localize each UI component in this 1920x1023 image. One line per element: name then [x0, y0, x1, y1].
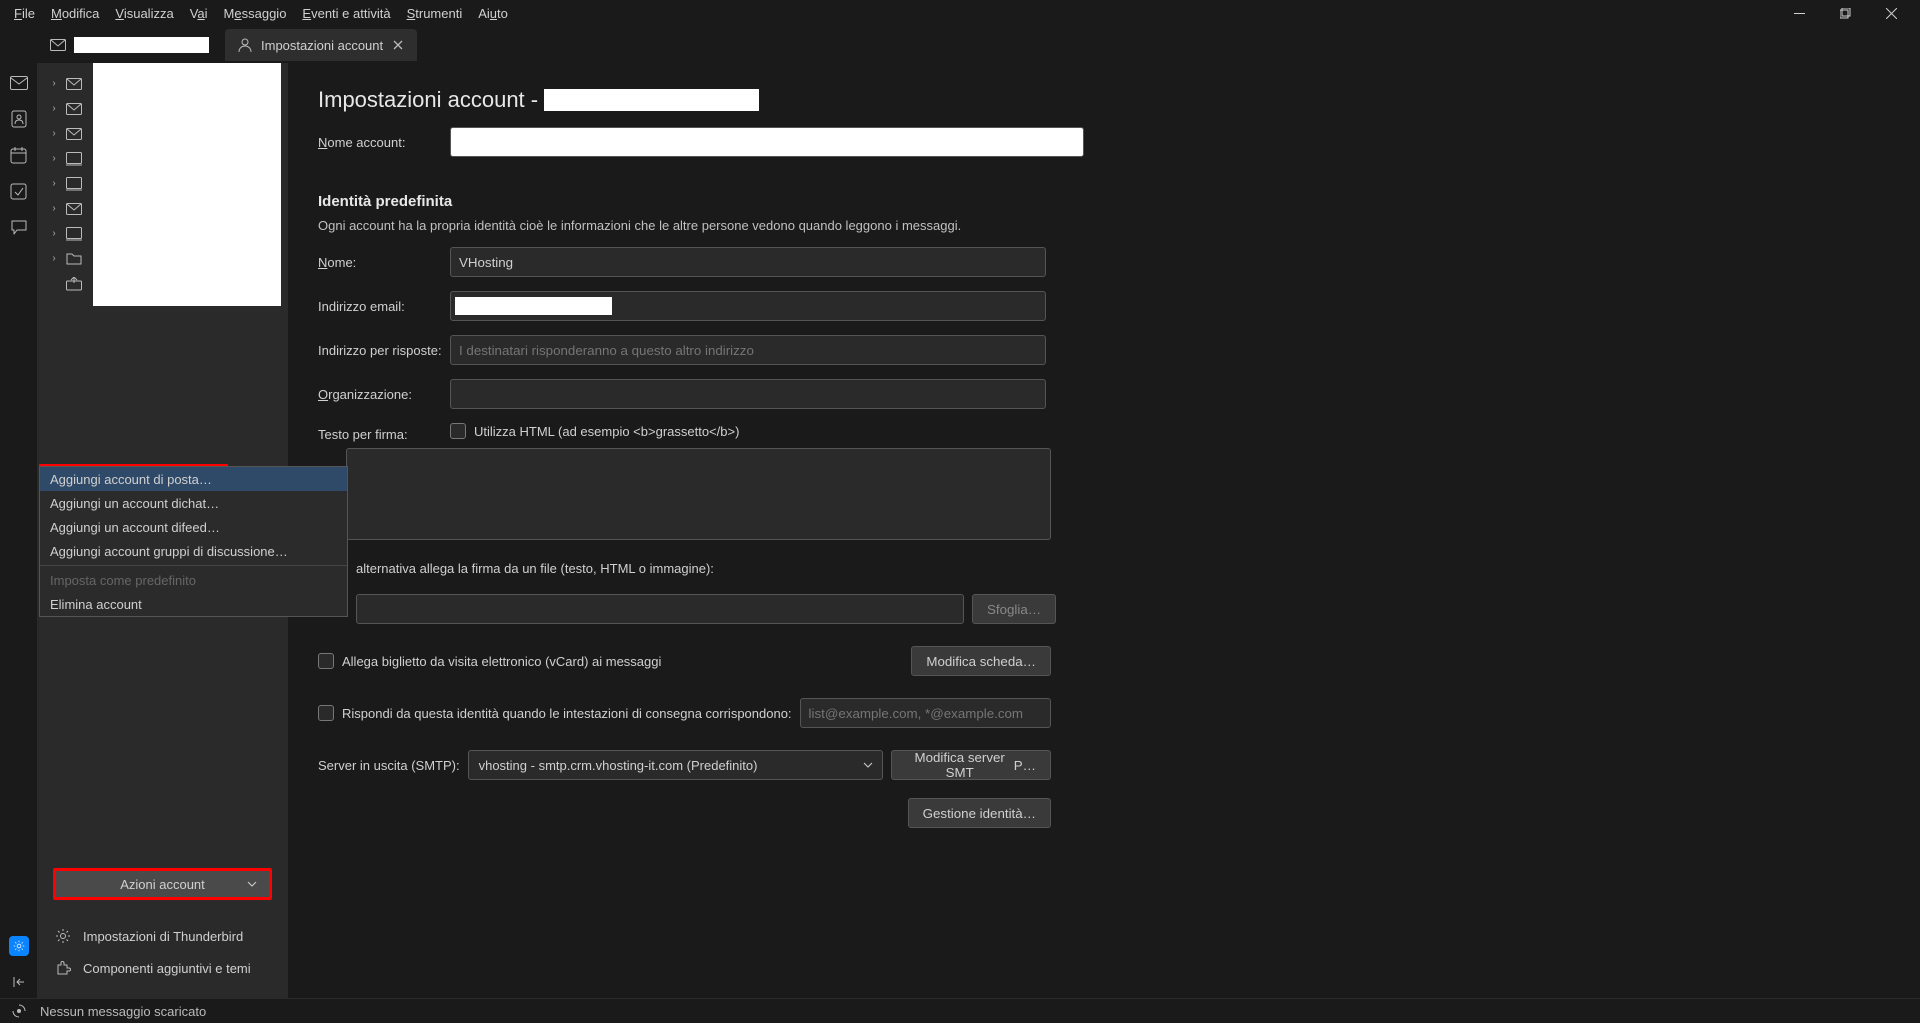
menu-vai[interactable]: Vai [182, 3, 216, 24]
name-label: Nome: [318, 255, 450, 270]
identity-description: Ogni account ha la propria identità cioè… [318, 218, 1890, 233]
feeds-icon [65, 175, 83, 193]
identity-header: Identità predefinita [318, 193, 1890, 210]
tabbar: Impostazioni account [0, 27, 1920, 63]
mail-icon [65, 125, 83, 143]
left-rail [0, 63, 37, 998]
sidebar-thunderbird-settings[interactable]: Impostazioni di Thunderbird [37, 920, 288, 952]
smtp-label: Server in uscita (SMTP): [318, 758, 460, 773]
content-pane: Impostazioni account - Nome account: Ide… [288, 63, 1920, 998]
window-close-icon[interactable] [1868, 0, 1914, 27]
menu-visualizza[interactable]: Visualizza [107, 3, 181, 24]
tab-account-settings[interactable]: Impostazioni account [225, 29, 417, 61]
organization-label: Organizzazione: [318, 387, 450, 402]
collapse-rail-icon[interactable] [9, 972, 29, 992]
tab-mail[interactable] [38, 29, 221, 61]
account-tree: › › › › › › › › › [37, 63, 288, 862]
close-icon[interactable] [391, 38, 405, 52]
reply-address-input[interactable] [450, 335, 1046, 365]
use-html-checkbox[interactable] [450, 423, 466, 439]
chat-rail-icon[interactable] [9, 217, 29, 237]
menu-strumenti[interactable]: Strumenti [399, 3, 471, 24]
page-title: Impostazioni account - [318, 87, 1890, 113]
menu-separator [40, 565, 347, 566]
name-input[interactable] [450, 247, 1046, 277]
redacted-tree-labels [93, 63, 281, 306]
account-name-label: Nome account: [318, 135, 450, 150]
gear-icon [55, 928, 71, 944]
menu-aiuto[interactable]: Aiuto [470, 3, 516, 24]
account-settings-icon [237, 37, 253, 53]
mail-rail-icon[interactable] [9, 73, 29, 93]
mail-icon [65, 200, 83, 218]
outgoing-icon [65, 275, 83, 293]
tasks-rail-icon[interactable] [9, 181, 29, 201]
mail-icon [50, 37, 66, 53]
menu-eventi[interactable]: Eventi e attività [294, 3, 398, 24]
window-maximize-icon[interactable] [1822, 0, 1868, 27]
cm-add-chat-account[interactable]: Aggiungi un account di chat… [40, 491, 347, 515]
signature-file-input[interactable] [356, 594, 964, 624]
reply-from-label: Rispondi da questa identità quando le in… [342, 706, 792, 721]
manage-identities-button[interactable]: Gestione identità… [908, 798, 1051, 828]
cm-add-feed-account[interactable]: Aggiungi un account di feed… [40, 515, 347, 539]
sync-icon[interactable] [12, 1004, 26, 1018]
alt-signature-label: alternativa allega la firma da un file (… [356, 561, 1890, 576]
signature-label: Testo per firma: [318, 423, 450, 442]
account-actions-label: Azioni account [120, 877, 205, 892]
reply-label: Indirizzo per risposte: [318, 343, 450, 358]
redacted-account-label [74, 37, 209, 53]
statusbar: Nessun messaggio scaricato [0, 998, 1920, 1023]
account-actions-menu: Aggiungi account di posta… Aggiungi un a… [39, 466, 348, 617]
browse-button[interactable]: Sfoglia… [972, 594, 1056, 624]
menu-messaggio[interactable]: Messaggio [216, 3, 295, 24]
menubar: File Modifica Visualizza Vai Messaggio E… [0, 0, 1920, 27]
cm-set-default: Imposta come predefinito [40, 568, 347, 592]
sidebar-item-label: Impostazioni di Thunderbird [83, 929, 243, 944]
menu-file[interactable]: File [6, 3, 43, 24]
sidebar-addons[interactable]: Componenti aggiuntivi e temi [37, 952, 288, 984]
chevron-down-icon [863, 762, 873, 768]
mail-icon [65, 100, 83, 118]
sidebar-item-label: Componenti aggiuntivi e temi [83, 961, 251, 976]
status-text: Nessun messaggio scaricato [40, 1004, 206, 1019]
feeds-icon [65, 150, 83, 168]
cm-add-news-account[interactable]: Aggiungi account gruppi di discussione… [40, 539, 347, 563]
menu-modifica[interactable]: Modifica [43, 3, 107, 24]
cm-delete-account[interactable]: Elimina account [40, 592, 347, 616]
redacted-email [455, 297, 612, 315]
vcard-checkbox[interactable] [318, 653, 334, 669]
calendar-rail-icon[interactable] [9, 145, 29, 165]
email-label: Indirizzo email: [318, 299, 450, 314]
tab-label: Impostazioni account [261, 38, 383, 53]
settings-rail-icon[interactable] [9, 936, 29, 956]
edit-vcard-button[interactable]: Modifica scheda… [911, 646, 1051, 676]
edit-smtp-button[interactable]: Modifica server SMTP… [891, 750, 1051, 780]
use-html-label: Utilizza HTML (ad esempio <b>grassetto</… [474, 424, 739, 439]
reply-from-identity-checkbox[interactable] [318, 705, 334, 721]
puzzle-icon [55, 960, 71, 976]
delivery-headers-input[interactable] [800, 698, 1051, 728]
cm-add-mail-account[interactable]: Aggiungi account di posta… [40, 467, 347, 491]
chevron-down-icon [247, 881, 257, 887]
address-book-rail-icon[interactable] [9, 109, 29, 129]
signature-textarea[interactable] [346, 448, 1051, 540]
account-actions-button[interactable]: Azioni account [53, 868, 272, 900]
vcard-label: Allega biglietto da visita elettronico (… [342, 654, 661, 669]
folder-icon [65, 250, 83, 268]
chevron-right-icon: › [49, 78, 59, 89]
window-minimize-icon[interactable] [1776, 0, 1822, 27]
mail-icon [65, 75, 83, 93]
redacted-account-name [544, 89, 759, 111]
smtp-select[interactable]: vhosting - smtp.crm.vhosting-it.com (Pre… [468, 750, 883, 780]
feeds-icon [65, 225, 83, 243]
account-name-input[interactable] [450, 127, 1084, 157]
organization-input[interactable] [450, 379, 1046, 409]
